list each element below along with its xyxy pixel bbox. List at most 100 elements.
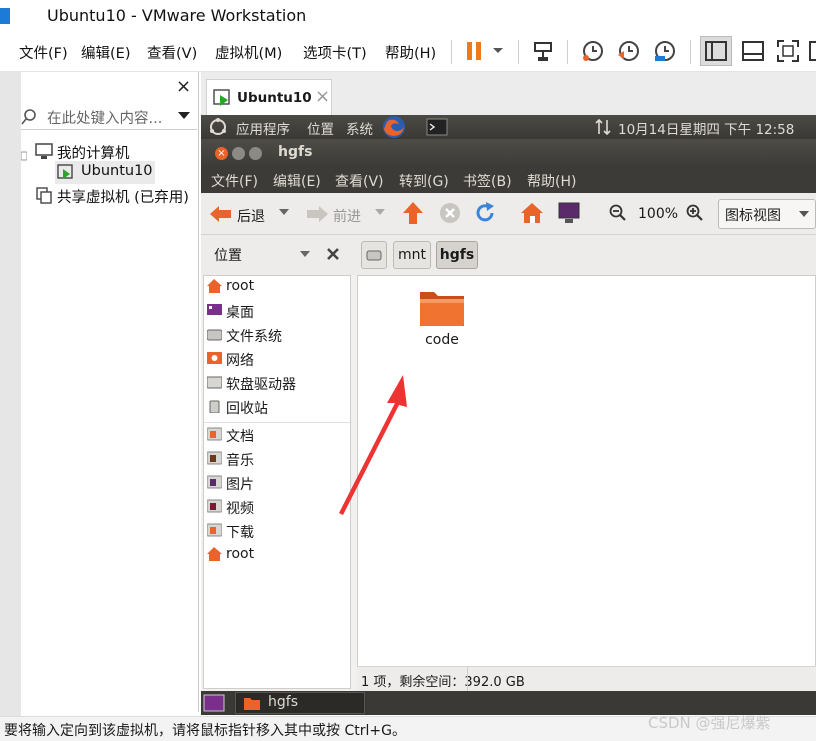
tree-expander-icon[interactable] bbox=[21, 150, 27, 162]
computer-icon[interactable] bbox=[557, 201, 581, 225]
menu-file[interactable]: 文件(F) bbox=[19, 42, 68, 63]
window-close-button[interactable]: × bbox=[215, 147, 228, 160]
nautilus-menu-edit[interactable]: 编辑(E) bbox=[273, 171, 321, 191]
view-mode-select[interactable]: 图标视图 bbox=[718, 199, 816, 229]
nautilus-toolbar: 后退 前进 100% 图标视图 bbox=[201, 193, 816, 235]
sidebar-item-music[interactable]: 音乐 bbox=[226, 450, 254, 470]
library-search-box[interactable]: 在此处键入内容... bbox=[21, 102, 197, 130]
panel-applications-menu[interactable]: 应用程序 bbox=[236, 118, 290, 138]
path-button-hgfs[interactable]: hgfs bbox=[436, 241, 478, 269]
file-item-code[interactable]: code bbox=[408, 288, 480, 352]
chevron-down-icon bbox=[493, 48, 503, 53]
stop-icon[interactable] bbox=[439, 202, 461, 224]
reload-icon[interactable] bbox=[474, 202, 496, 224]
search-icon bbox=[21, 109, 36, 125]
file-view[interactable]: code bbox=[339, 275, 816, 689]
nautilus-menu-view[interactable]: 查看(V) bbox=[335, 171, 384, 191]
close-icon[interactable] bbox=[326, 247, 340, 261]
nautilus-menu-go[interactable]: 转到(G) bbox=[399, 171, 449, 191]
sidebar-item-trash[interactable]: 回收站 bbox=[226, 398, 268, 418]
show-desktop-icon[interactable] bbox=[203, 693, 225, 713]
show-library-button[interactable] bbox=[700, 36, 732, 66]
nautilus-menu-bookmarks[interactable]: 书签(B) bbox=[463, 171, 512, 191]
nautilus-menubar: 文件(F) 编辑(E) 查看(V) 转到(G) 书签(B) 帮助(H) bbox=[201, 167, 816, 193]
thumbnail-bar-button[interactable] bbox=[740, 38, 766, 64]
menu-view[interactable]: 查看(V) bbox=[147, 42, 197, 63]
sidebar-item-desktop[interactable]: 桌面 bbox=[226, 302, 254, 322]
network-icon bbox=[207, 352, 222, 364]
menu-tabs[interactable]: 选项卡(T) bbox=[303, 42, 367, 63]
tree-item-my-computer[interactable]: 我的计算机 bbox=[57, 142, 130, 163]
zoom-level: 100% bbox=[638, 206, 679, 222]
menu-help[interactable]: 帮助(H) bbox=[385, 42, 436, 63]
window-maximize-button[interactable] bbox=[249, 147, 262, 160]
guest-display[interactable]: 应用程序 位置 系统 10月14日星期四 下午 12:58 × hgfs 文件(… bbox=[201, 115, 816, 715]
chevron-down-icon[interactable] bbox=[300, 251, 310, 259]
sidebar-item-root-bookmark[interactable]: root bbox=[226, 546, 254, 562]
tab-ubuntu10[interactable]: Ubuntu10 × bbox=[206, 79, 332, 115]
filesystem-icon bbox=[207, 329, 222, 341]
up-arrow-icon[interactable] bbox=[402, 201, 424, 225]
side-pane-selector[interactable]: 位置 bbox=[214, 245, 242, 265]
panel-places-menu[interactable]: 位置 bbox=[307, 118, 334, 138]
snapshot-manager-button[interactable] bbox=[652, 38, 678, 64]
tree-item-vm-selected[interactable]: Ubuntu10 bbox=[55, 161, 155, 184]
tab-close-button[interactable]: × bbox=[315, 86, 330, 107]
firefox-icon[interactable] bbox=[381, 115, 407, 140]
library-close-button[interactable]: × bbox=[176, 76, 191, 97]
zoom-in-icon[interactable] bbox=[686, 204, 704, 222]
full-screen-button[interactable] bbox=[775, 38, 801, 64]
path-button-mnt[interactable]: mnt bbox=[393, 241, 431, 269]
nautilus-menu-file[interactable]: 文件(F) bbox=[211, 171, 258, 191]
drive-icon bbox=[366, 250, 382, 261]
pause-vm-button[interactable] bbox=[462, 38, 488, 64]
sidebar-item-pictures[interactable]: 图片 bbox=[226, 474, 254, 494]
tree-item-shared-vms[interactable]: 共享虚拟机 (已弃用) bbox=[57, 186, 189, 207]
chevron-down-icon[interactable] bbox=[177, 110, 191, 122]
search-input[interactable]: 在此处键入内容... bbox=[47, 107, 162, 128]
panel-clock[interactable]: 10月14日星期四 下午 12:58 bbox=[618, 118, 794, 138]
sidebar-divider bbox=[204, 422, 350, 423]
chevron-down-icon[interactable] bbox=[375, 209, 385, 217]
sidebar-item-downloads[interactable]: 下载 bbox=[226, 522, 254, 542]
nautilus-menu-help[interactable]: 帮助(H) bbox=[527, 171, 576, 191]
toolbar-separator bbox=[518, 40, 519, 64]
ubuntu-logo-icon[interactable] bbox=[209, 118, 227, 136]
chevron-down-icon[interactable] bbox=[279, 209, 289, 217]
path-root-button[interactable] bbox=[361, 241, 387, 269]
send-ctrl-alt-del-button[interactable] bbox=[531, 38, 557, 64]
sidebar-item-videos[interactable]: 视频 bbox=[226, 498, 254, 518]
desktop-icon bbox=[207, 304, 222, 315]
forward-arrow-icon[interactable] bbox=[305, 205, 329, 223]
taskbar-window-hgfs[interactable]: hgfs bbox=[235, 692, 365, 714]
home-icon bbox=[207, 547, 222, 561]
back-arrow-icon[interactable] bbox=[209, 205, 233, 223]
menu-edit[interactable]: 编辑(E) bbox=[81, 42, 130, 63]
nautilus-title: hgfs bbox=[278, 144, 313, 160]
menu-vm[interactable]: 虚拟机(M) bbox=[215, 42, 282, 63]
sidebar-item-floppy[interactable]: 软盘驱动器 bbox=[226, 374, 296, 394]
forward-button[interactable]: 前进 bbox=[333, 206, 361, 226]
sidebar-item-network[interactable]: 网络 bbox=[226, 350, 254, 370]
unity-icon bbox=[809, 41, 816, 61]
home-icon[interactable] bbox=[520, 201, 544, 225]
back-button[interactable]: 后退 bbox=[237, 206, 265, 226]
sidebar-item-documents[interactable]: 文档 bbox=[226, 426, 254, 446]
snapshot-button[interactable] bbox=[580, 38, 606, 64]
window-minimize-button[interactable] bbox=[232, 147, 245, 160]
revert-snapshot-button[interactable] bbox=[616, 38, 642, 64]
toolbar-separator bbox=[690, 40, 691, 64]
folder-icon bbox=[420, 292, 464, 326]
terminal-icon[interactable] bbox=[426, 118, 448, 136]
nautilus-titlebar: × hgfs bbox=[201, 139, 816, 167]
view-mode-value: 图标视图 bbox=[725, 208, 781, 224]
sidebar-item-root[interactable]: root bbox=[226, 278, 254, 294]
unity-button[interactable] bbox=[808, 38, 816, 64]
shared-vm-icon bbox=[36, 187, 52, 204]
power-menu-dropdown[interactable] bbox=[488, 38, 514, 64]
sidebar-item-filesystem[interactable]: 文件系统 bbox=[226, 326, 282, 346]
status-text: 1 项，剩余空间：392.0 GB bbox=[361, 675, 525, 690]
network-arrows-icon bbox=[595, 119, 611, 135]
panel-system-menu[interactable]: 系统 bbox=[346, 118, 373, 138]
zoom-out-icon[interactable] bbox=[609, 204, 627, 222]
